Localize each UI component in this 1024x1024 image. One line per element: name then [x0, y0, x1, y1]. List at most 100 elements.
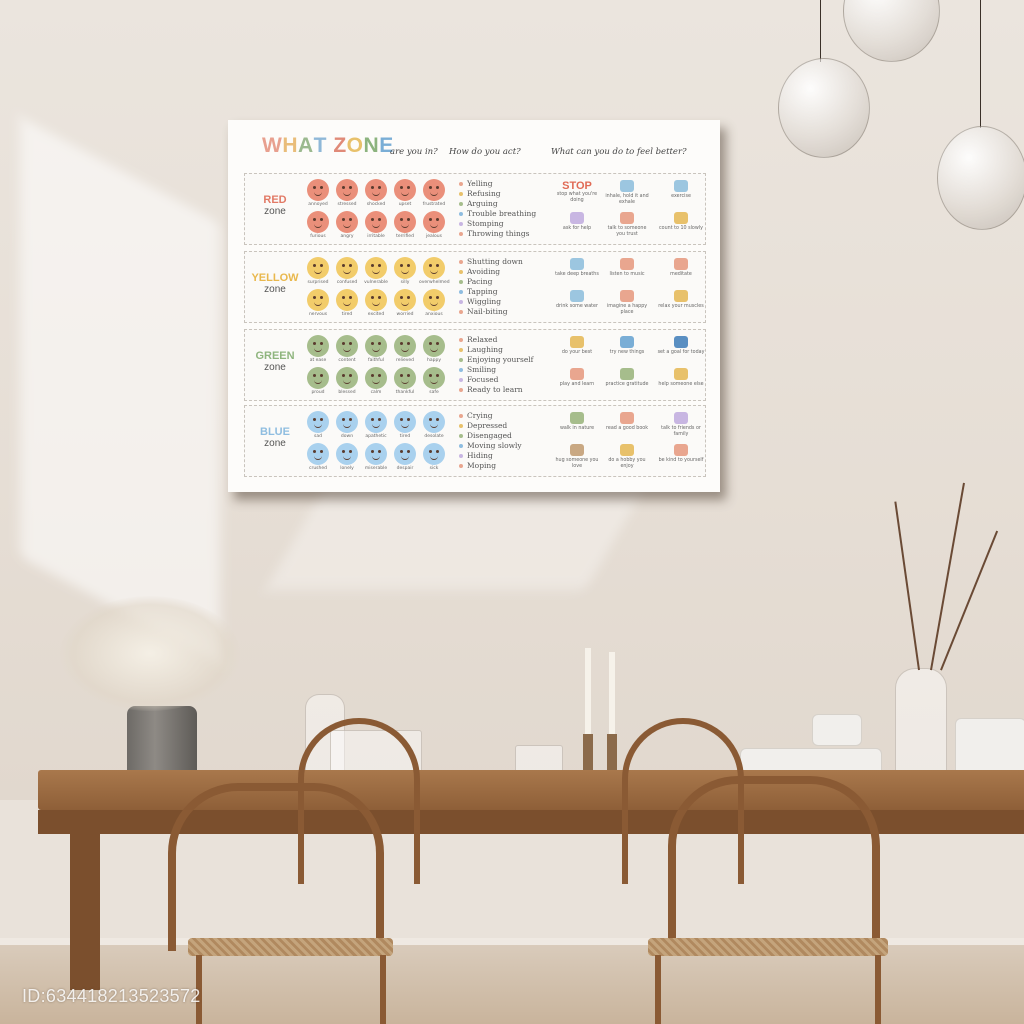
- emotion-face-icon: [394, 367, 416, 389]
- behavior-list: Yelling Refusing Arguing Trouble breathing S…: [459, 179, 545, 239]
- emotion-face-icon: [307, 411, 329, 433]
- emotion-face-icon: [423, 289, 445, 311]
- emotion-label: happy: [427, 358, 441, 363]
- coping-strategy-label: talk to someone you trust: [607, 226, 647, 237]
- title-letter: H: [282, 134, 298, 157]
- coping-strategy-label: inhale, hold it and exhale: [605, 194, 649, 205]
- behavior-item: Hiding: [459, 451, 545, 461]
- coping-strategy: exercise: [657, 180, 705, 200]
- coping-strategy: count to 10 slowly: [657, 212, 705, 232]
- behavior-item: Trouble breathing: [459, 209, 545, 219]
- coping-strategy: walk in nature: [553, 412, 601, 432]
- coping-strategy: imagine a happy place: [603, 290, 651, 316]
- emotion-label: irritable: [367, 234, 385, 239]
- dumbbell-icon: [674, 180, 688, 192]
- behavior-list: Crying Depressed Disengaged Moving slowly Hi…: [459, 411, 545, 471]
- behavior-item: Moping: [459, 461, 545, 471]
- coping-strategy-label: ask for help: [562, 226, 592, 231]
- behavior-item: Focused: [459, 375, 545, 385]
- emotion-label: upset: [398, 202, 412, 207]
- emotion-face-icon: [423, 179, 445, 201]
- emotion-face-icon: [394, 411, 416, 433]
- dog-icon: [570, 444, 584, 456]
- emotion-face-icon: [336, 211, 358, 233]
- behavior-item: Crying: [459, 411, 545, 421]
- emotion-face-icon: [423, 257, 445, 279]
- title-letter: N: [363, 134, 380, 157]
- emotion-face-icon: [307, 179, 329, 201]
- behavior-item: Tapping: [459, 287, 545, 297]
- chair-leg: [875, 955, 881, 1024]
- title-letter: T: [313, 134, 327, 157]
- spiral-icon: [570, 258, 584, 270]
- emotion-face-icon: [365, 179, 387, 201]
- coping-strategies: walk in nature read a good book talk to fr…: [545, 408, 705, 474]
- heart-icon: [674, 444, 688, 456]
- emotion-label: proud: [311, 390, 325, 395]
- emotion-face-icon: [394, 257, 416, 279]
- skateboard-icon: [620, 336, 634, 348]
- emotion-label: anxious: [425, 312, 443, 317]
- emotion-label: sad: [314, 434, 322, 439]
- emotion-face-icon: [365, 211, 387, 233]
- zone-title: BLUE: [260, 426, 290, 438]
- coping-strategy: drink some water: [553, 290, 601, 310]
- title-letter: O: [346, 134, 364, 157]
- headphones-icon: [620, 258, 634, 270]
- coping-strategy-label: do your best: [561, 350, 593, 355]
- coping-strategy: do your best: [553, 336, 601, 356]
- coping-strategy-label: stop what you're doing: [556, 192, 598, 203]
- lamp-cord: [820, 0, 821, 62]
- emotion-label: excited: [367, 312, 385, 317]
- title-letter: A: [298, 134, 314, 157]
- behavior-item: Moving slowly: [459, 441, 545, 451]
- emotion-label: down: [340, 434, 354, 439]
- emotion-face-icon: [365, 257, 387, 279]
- zone-name: GREEN zone: [249, 350, 301, 374]
- emotion-face-icon: [423, 443, 445, 465]
- emotion-label: frustrated: [422, 202, 446, 207]
- coping-strategy-label: walk in nature: [559, 426, 595, 431]
- emotion-label: surprised: [307, 280, 329, 285]
- rainbow-icon: [620, 290, 634, 302]
- behavior-item: Laughing: [459, 345, 545, 355]
- smile-icon: [620, 368, 634, 380]
- header-act-question: How do you act?: [449, 147, 521, 157]
- sun-icon: [674, 368, 688, 380]
- emotion-label: calm: [370, 390, 382, 395]
- behavior-item: Nail-biting: [459, 307, 545, 317]
- behavior-item: Relaxed: [459, 335, 545, 345]
- emotion-face-icon: [423, 367, 445, 389]
- coping-strategy: play and learn: [553, 368, 601, 388]
- emotion-label: lonely: [340, 466, 354, 471]
- emotion-face-icon: [423, 335, 445, 357]
- title-letter: Z: [333, 134, 347, 157]
- emotion-label: terrified: [396, 234, 414, 239]
- chat-icon: [674, 412, 688, 424]
- coping-strategy-label: imagine a happy place: [606, 304, 648, 315]
- floor: [0, 945, 1024, 1024]
- zone-title: GREEN: [255, 350, 295, 362]
- zone-subtitle: zone: [264, 284, 286, 295]
- emotion-face-icon: [394, 289, 416, 311]
- zone-name: YELLOW zone: [249, 272, 301, 296]
- coping-strategies: do your best try new things set a goal for…: [545, 332, 705, 398]
- emotion-label: tired: [399, 434, 411, 439]
- emotion-face-icon: [394, 335, 416, 357]
- behavior-item: Disengaged: [459, 431, 545, 441]
- emotion-label: worried: [396, 312, 414, 317]
- behavior-item: Refusing: [459, 189, 545, 199]
- coping-strategy: read a good book: [603, 412, 651, 432]
- zones-of-regulation-poster: WHAT ZONE are you in? How do you act? Wh…: [228, 120, 720, 492]
- emotion-label: apathetic: [365, 434, 387, 439]
- behavior-item: Depressed: [459, 421, 545, 431]
- lamp-cord: [980, 0, 981, 128]
- emotion-face-icon: [336, 335, 358, 357]
- emotion-face-icon: [394, 179, 416, 201]
- behavior-item: Stomping: [459, 219, 545, 229]
- people-icon: [620, 212, 634, 224]
- speech-bubble-icon: [570, 212, 584, 224]
- emotion-label: silly: [400, 280, 410, 285]
- emotion-face-icon: [307, 367, 329, 389]
- coping-strategy-label: read a good book: [606, 426, 648, 431]
